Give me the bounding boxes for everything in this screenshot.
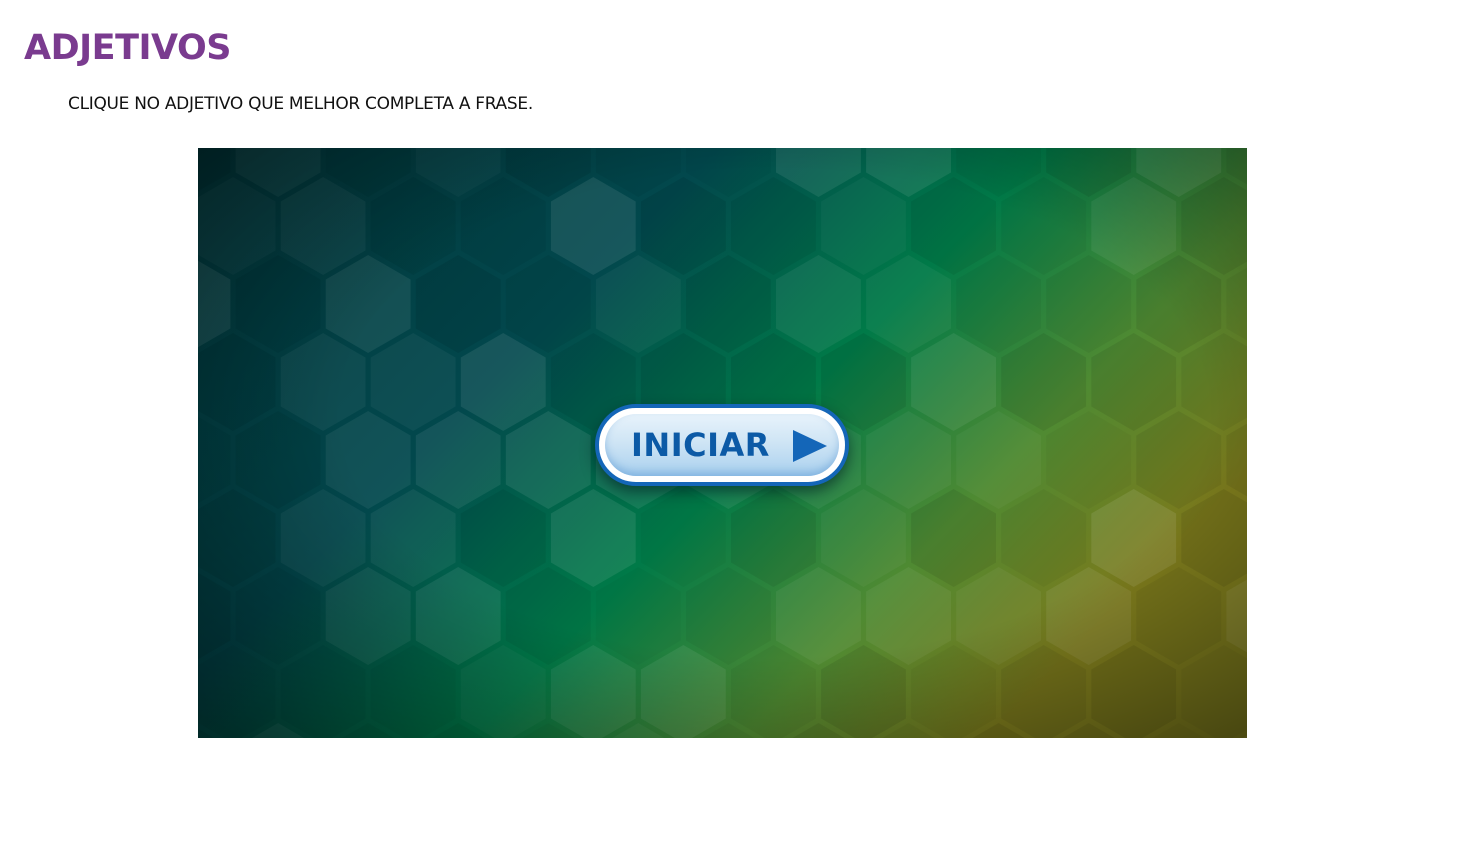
page: ADJETIVOS CLIQUE NO ADJETIVO QUE MELHOR …: [0, 0, 1460, 850]
start-button[interactable]: INICIAR: [595, 404, 849, 486]
page-title: ADJETIVOS: [24, 28, 231, 68]
start-button-label: INICIAR: [631, 426, 770, 464]
instruction-text: CLIQUE NO ADJETIVO QUE MELHOR COMPLETA A…: [68, 94, 533, 114]
play-icon: [793, 430, 827, 462]
game-canvas[interactable]: INICIAR: [198, 148, 1247, 738]
